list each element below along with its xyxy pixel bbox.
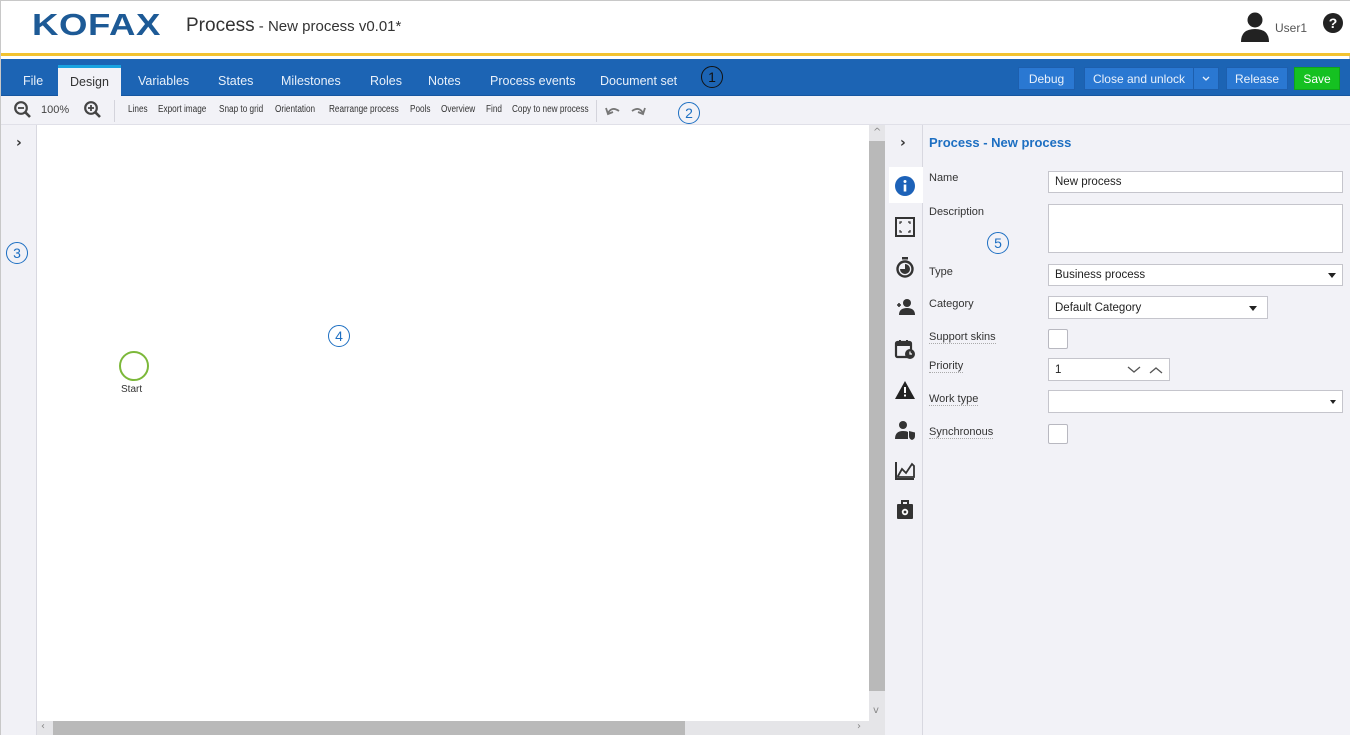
pools-button[interactable]: Pools [410, 104, 431, 115]
app-name: Process [186, 15, 255, 36]
decrement-chevron-down-icon[interactable] [1127, 365, 1141, 375]
export-image-button[interactable]: Export image [158, 104, 206, 115]
category-select-value: Default Category [1055, 302, 1142, 314]
scroll-right-arrow-icon[interactable]: › [857, 721, 861, 732]
redo-icon[interactable] [629, 102, 647, 118]
info-icon[interactable] [894, 175, 916, 197]
scroll-up-arrow-icon[interactable]: ^ [873, 127, 881, 138]
type-select[interactable]: Business process [1048, 264, 1343, 286]
fit-screen-icon[interactable] [894, 216, 916, 238]
release-button[interactable]: Release [1226, 67, 1288, 90]
tab-process-events[interactable]: Process events [478, 65, 587, 96]
tab-roles[interactable]: Roles [358, 65, 414, 96]
toolbar-divider [114, 100, 115, 122]
tab-file[interactable]: File [11, 65, 55, 96]
orientation-button[interactable]: Orientation [275, 104, 315, 115]
name-label: Name [929, 172, 959, 184]
dropdown-caret-icon [1330, 399, 1336, 404]
annotation-marker-1: 1 [701, 66, 723, 88]
properties-title: Process - New process [929, 135, 1072, 150]
zoom-out-icon[interactable] [13, 100, 33, 120]
zoom-in-icon[interactable] [83, 100, 103, 120]
warning-icon[interactable] [894, 379, 916, 401]
settings-case-icon[interactable] [894, 499, 916, 521]
zoom-level: 100% [41, 104, 70, 116]
undo-icon[interactable] [604, 102, 622, 118]
synchronous-checkbox[interactable] [1048, 424, 1068, 444]
priority-label: Priority [929, 360, 964, 373]
collapse-properties-chevron-icon[interactable]: › [900, 135, 906, 151]
timer-icon[interactable] [894, 256, 916, 278]
annotation-marker-2: 2 [678, 102, 700, 124]
support-skins-checkbox[interactable] [1048, 329, 1068, 349]
start-event-label: Start [121, 384, 143, 395]
expand-left-panel-chevron-icon[interactable]: › [16, 135, 22, 151]
start-event-node[interactable] [119, 351, 149, 381]
type-select-value: Business process [1055, 269, 1146, 281]
save-button[interactable]: Save [1294, 67, 1340, 90]
support-skins-label: Support skins [929, 331, 996, 344]
description-label: Description [929, 206, 985, 218]
name-input[interactable] [1048, 171, 1343, 193]
lines-button[interactable]: Lines [128, 104, 148, 115]
help-icon[interactable]: ? [1323, 13, 1343, 33]
properties-icon-strip: › [885, 125, 923, 735]
chevron-down-icon [1202, 76, 1210, 81]
vertical-scrollbar-thumb[interactable] [869, 141, 885, 691]
user-avatar-icon[interactable] [1238, 10, 1272, 44]
design-toolbar: 100% Lines Export image Snap to grid Ori… [1, 96, 1350, 125]
app-header: KOFAX Process - New process v0.01* User1… [1, 1, 1350, 56]
page-title: Process - New process v0.01* [186, 15, 401, 37]
user-name[interactable]: User1 [1275, 21, 1307, 35]
tab-milestones[interactable]: Milestones [269, 65, 353, 96]
kofax-logo: KOFAX [32, 7, 161, 42]
toolbar-divider [596, 100, 597, 122]
user-shield-icon[interactable] [894, 419, 916, 441]
tab-states[interactable]: States [206, 65, 265, 96]
copy-to-new-process-button[interactable]: Copy to new process [512, 104, 589, 115]
dropdown-caret-icon [1328, 273, 1336, 278]
tab-notes[interactable]: Notes [416, 65, 473, 96]
process-design-canvas[interactable] [37, 125, 869, 721]
app-window: KOFAX Process - New process v0.01* User1… [0, 0, 1350, 735]
type-label: Type [929, 266, 953, 278]
annotation-marker-4: 4 [328, 325, 350, 347]
scroll-down-arrow-icon[interactable]: v [873, 705, 879, 716]
add-user-icon[interactable] [894, 296, 916, 318]
snap-to-grid-button[interactable]: Snap to grid [219, 104, 263, 115]
tab-design[interactable]: Design [58, 65, 121, 96]
left-collapsed-panel: › [1, 125, 37, 735]
rearrange-process-button[interactable]: Rearrange process [329, 104, 399, 115]
work-type-select[interactable] [1048, 390, 1343, 413]
tab-variables[interactable]: Variables [126, 65, 201, 96]
annotation-marker-5: 5 [987, 232, 1009, 254]
priority-stepper[interactable]: 1 [1048, 358, 1170, 381]
synchronous-label: Synchronous [929, 426, 994, 439]
priority-value: 1 [1055, 364, 1062, 376]
properties-panel: Process - New process Name Description T… [923, 125, 1350, 735]
document-title: - New process v0.01* [254, 18, 402, 35]
increment-chevron-up-icon[interactable] [1149, 365, 1163, 375]
close-and-unlock-button[interactable]: Close and unlock [1084, 67, 1193, 90]
dropdown-caret-icon [1249, 305, 1257, 311]
overview-button[interactable]: Overview [441, 104, 475, 115]
debug-button[interactable]: Debug [1018, 67, 1075, 90]
find-button[interactable]: Find [486, 104, 502, 115]
scroll-left-arrow-icon[interactable]: ‹ [41, 721, 45, 732]
work-type-label: Work type [929, 393, 979, 406]
calendar-clock-icon[interactable] [894, 338, 916, 360]
horizontal-scrollbar-thumb[interactable] [53, 721, 685, 735]
annotation-marker-3: 3 [6, 242, 28, 264]
category-select[interactable]: Default Category [1048, 296, 1268, 319]
tab-document-set[interactable]: Document set [588, 65, 689, 96]
description-textarea[interactable] [1048, 204, 1343, 253]
close-and-unlock-dropdown-button[interactable] [1193, 67, 1219, 90]
category-label: Category [929, 298, 974, 310]
area-chart-icon[interactable] [894, 459, 916, 481]
